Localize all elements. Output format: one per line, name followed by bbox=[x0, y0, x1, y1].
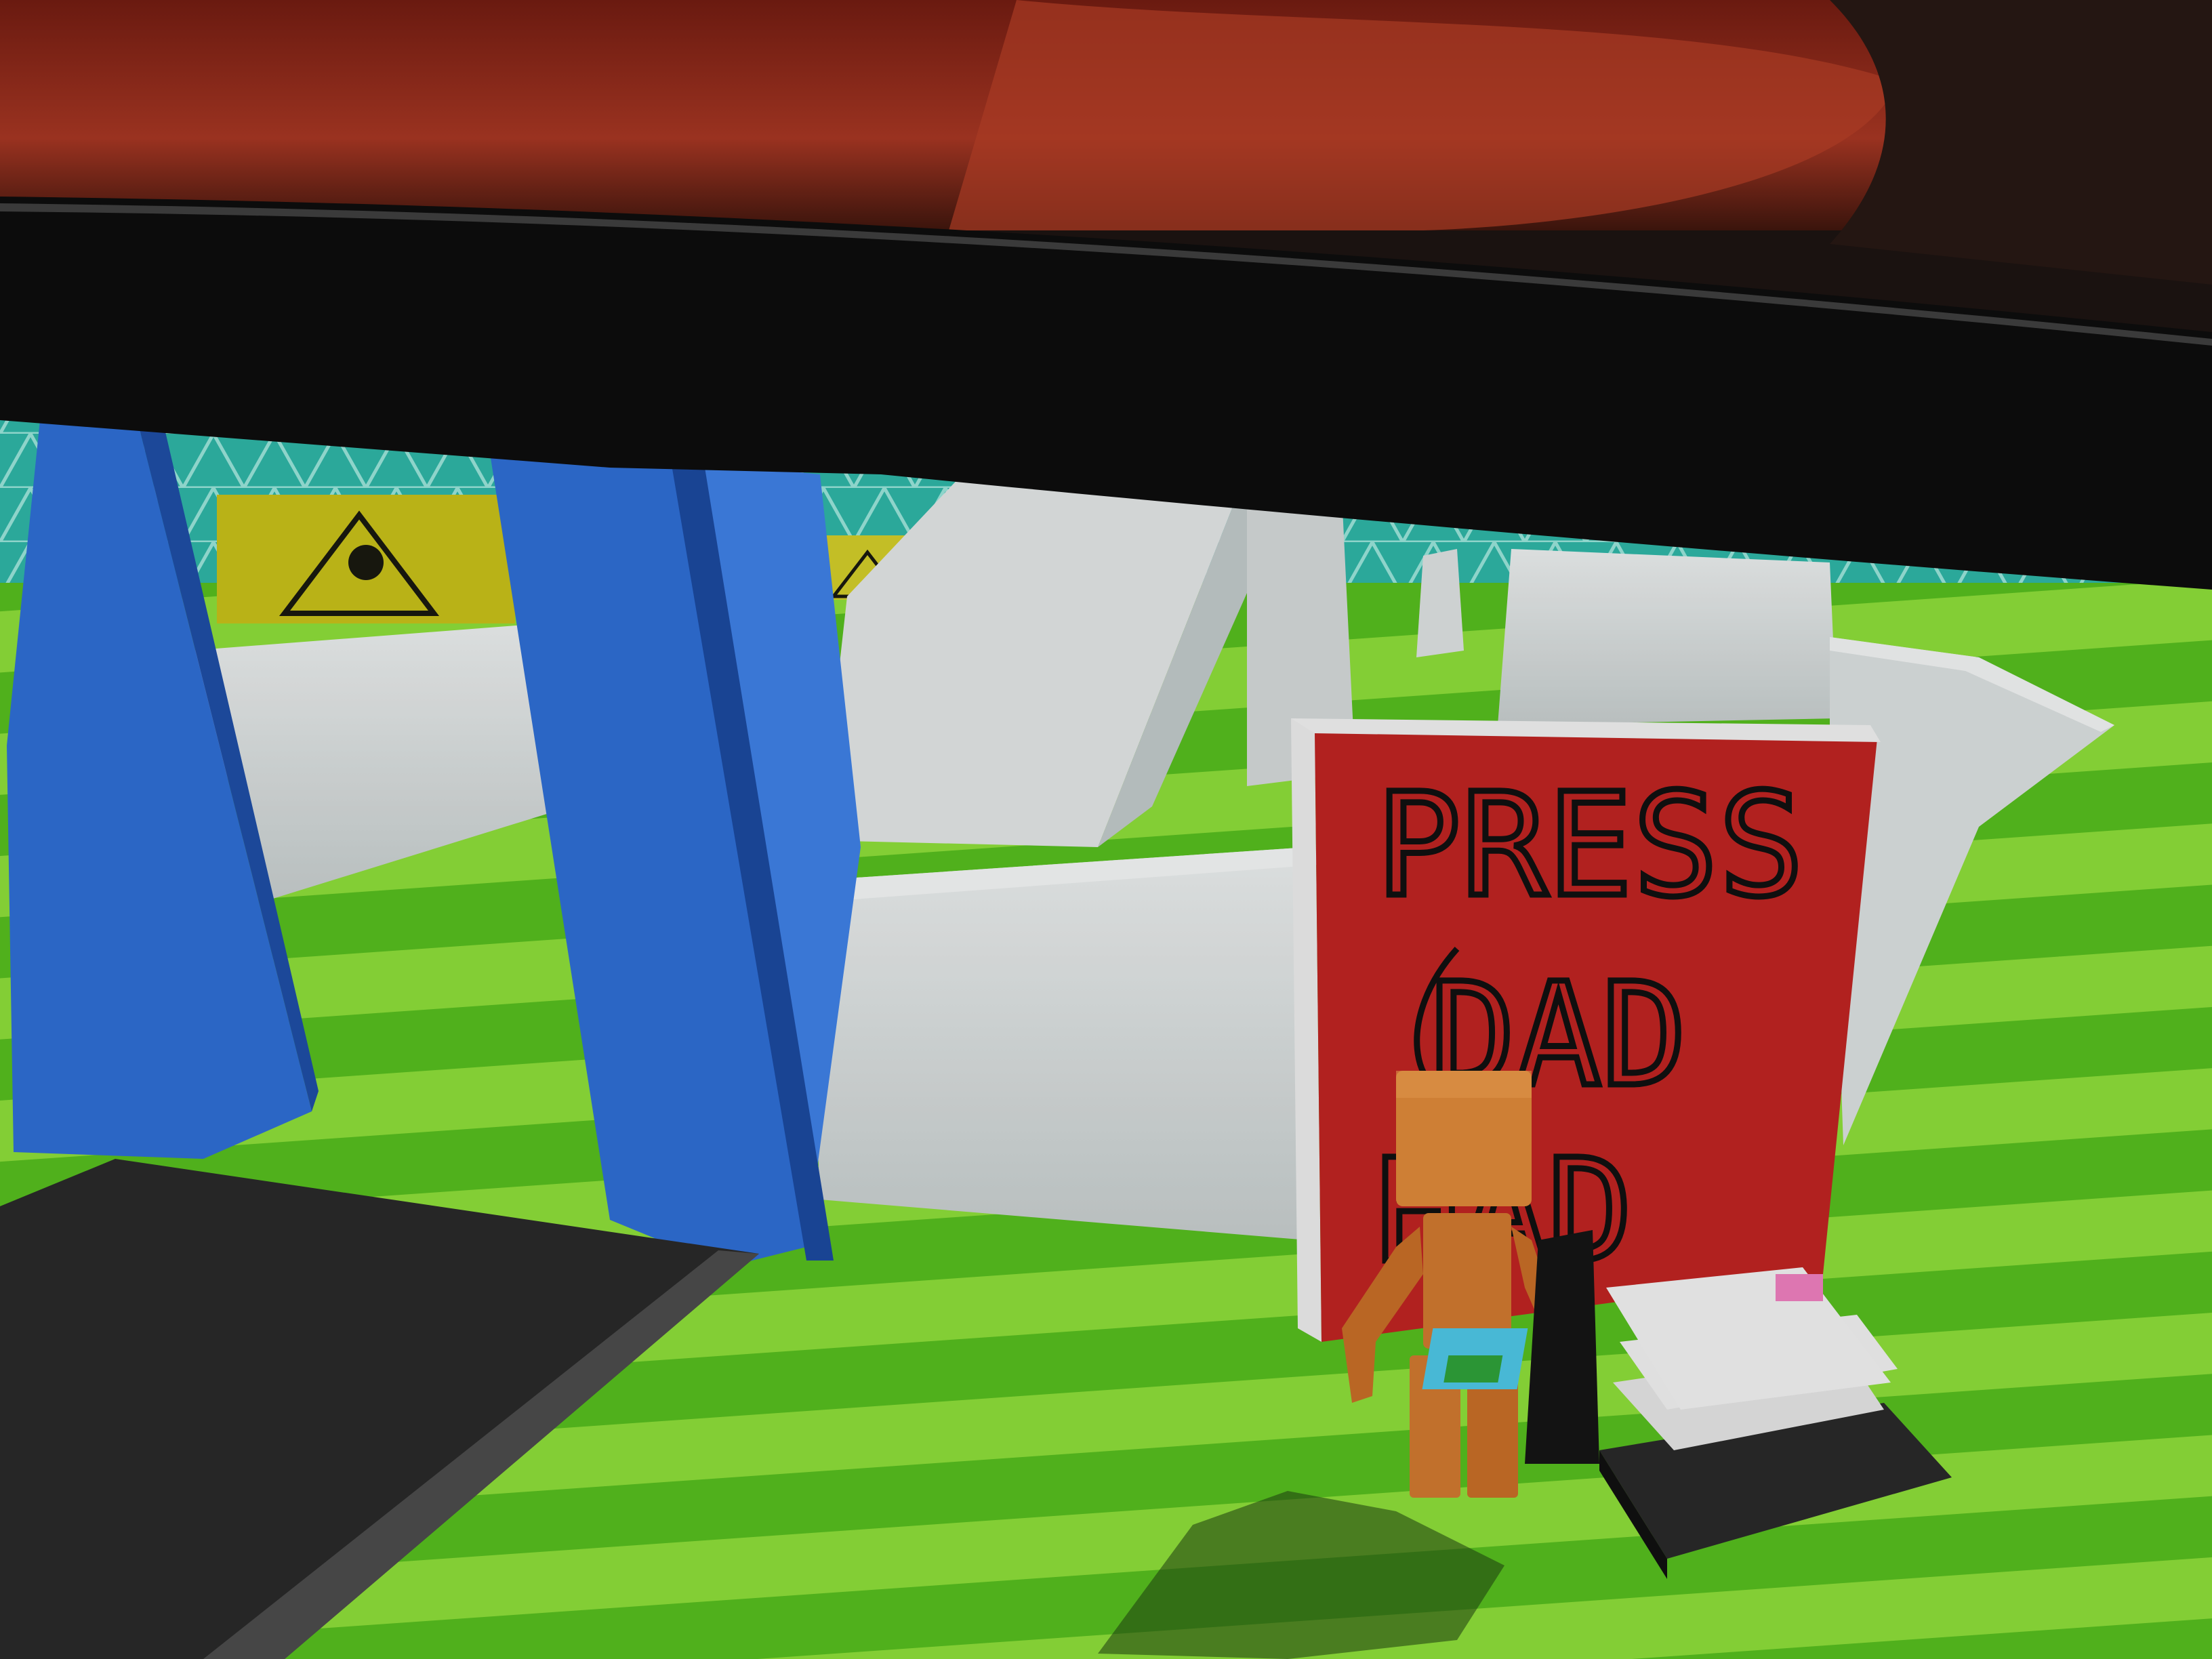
screen-vignette bbox=[0, 380, 2212, 1659]
dark-shadow-corner bbox=[1830, 0, 2212, 285]
game-scene: PRESS DAD HAD bbox=[0, 0, 2212, 1659]
game-viewport: PRESS DAD HAD bbox=[0, 380, 2212, 1659]
